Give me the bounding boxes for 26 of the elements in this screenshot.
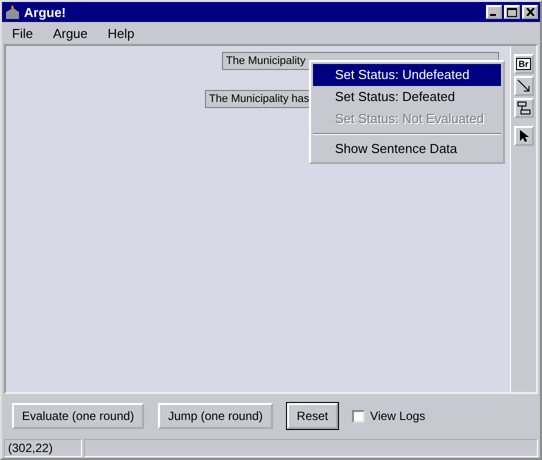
action-button[interactable]: Reset xyxy=(286,403,338,429)
link-tool-button[interactable] xyxy=(514,98,534,118)
maximize-button[interactable] xyxy=(504,5,520,19)
link-icon xyxy=(516,101,530,115)
maximize-icon xyxy=(507,8,517,16)
context-menu-item[interactable]: Set Status: Undefeated xyxy=(313,64,501,86)
pointer-icon xyxy=(518,129,530,143)
menu-item[interactable]: Argue xyxy=(52,26,88,40)
context-menu-item[interactable]: Set Status: Defeated xyxy=(313,86,501,108)
arrow-tool-button[interactable] xyxy=(514,76,534,96)
action-button[interactable]: Evaluate (one round) xyxy=(12,403,144,429)
close-icon xyxy=(526,8,534,16)
checkbox-label: View Logs xyxy=(370,409,426,423)
app-icon xyxy=(4,4,20,20)
action-button[interactable]: Jump (one round) xyxy=(158,403,273,429)
tool-button[interactable]: Br xyxy=(514,54,534,74)
menu-item[interactable]: File xyxy=(12,26,33,40)
window-title: Argue! xyxy=(24,4,66,20)
arrow-icon xyxy=(516,79,530,93)
menu-item[interactable]: Help xyxy=(108,26,134,40)
close-button[interactable] xyxy=(522,5,538,19)
status-coordinates: (302,22) xyxy=(4,439,82,457)
context-menu-item[interactable]: Show Sentence Data xyxy=(313,138,501,160)
view-logs-checkbox[interactable] xyxy=(352,410,366,422)
pointer-tool-button[interactable] xyxy=(514,126,534,146)
minimize-button[interactable] xyxy=(486,5,502,19)
